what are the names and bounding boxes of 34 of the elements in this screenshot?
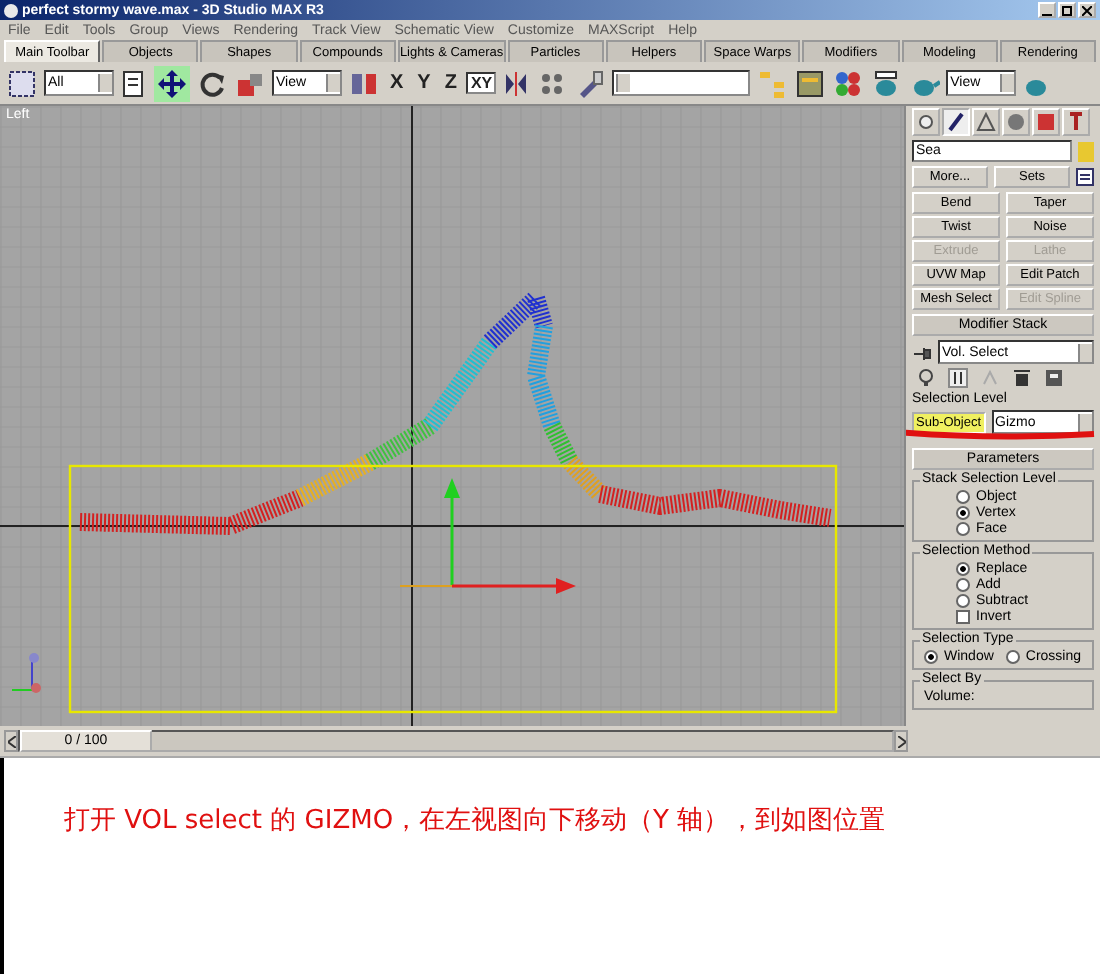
teapot-icon[interactable] <box>870 67 903 99</box>
axis-constraint-button[interactable]: XY <box>466 72 497 94</box>
pause-icon[interactable] <box>948 368 968 388</box>
axis-tripod-icon <box>11 653 41 693</box>
maximize-button[interactable] <box>1058 2 1076 18</box>
axis-constraint-button[interactable]: Z <box>440 70 461 96</box>
move-icon[interactable] <box>154 65 190 101</box>
select-by-name-icon[interactable] <box>120 67 148 99</box>
mirror-icon[interactable] <box>502 67 531 99</box>
display-tab-icon[interactable] <box>1032 108 1060 136</box>
pin-icon[interactable] <box>912 343 932 361</box>
color-swatch[interactable] <box>1078 141 1094 161</box>
hierarchy-tab-icon[interactable] <box>972 108 1000 136</box>
axis-constraint-button[interactable]: X <box>386 70 408 96</box>
close-icon <box>1082 5 1092 15</box>
utilities-tab-icon[interactable] <box>1062 108 1090 136</box>
axis-constraint-button[interactable]: Y <box>413 70 435 96</box>
dopesheet-icon[interactable] <box>794 67 827 99</box>
material-icon[interactable] <box>832 67 865 99</box>
create-tab-icon[interactable] <box>912 108 940 136</box>
modify-tab-icon[interactable] <box>942 108 970 136</box>
bulb-icon[interactable] <box>916 368 936 388</box>
caption-text: 打开 VOL select 的 GIZMO，在左视图向下移动（Y 轴），到如图位置 <box>64 804 888 838</box>
next-frame-button[interactable] <box>894 730 908 752</box>
select-region-icon[interactable] <box>6 67 38 99</box>
close-button[interactable] <box>1078 2 1096 18</box>
rotate-icon[interactable] <box>196 67 228 99</box>
previous-frame-button[interactable] <box>4 730 18 752</box>
maximize-icon <box>1062 5 1072 15</box>
motion-tab-icon[interactable] <box>1002 108 1030 136</box>
trash-icon[interactable] <box>1012 368 1032 388</box>
minimize-button[interactable] <box>1038 2 1056 18</box>
app-icon <box>4 3 18 17</box>
named-selection-dropdown[interactable] <box>612 70 751 96</box>
